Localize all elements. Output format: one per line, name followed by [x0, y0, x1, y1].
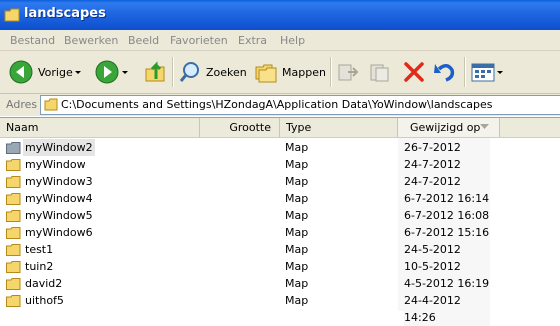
up-folder-button[interactable] — [144, 51, 168, 93]
folder-icon — [6, 176, 21, 188]
move-to-button[interactable] — [336, 51, 360, 93]
chevron-down-icon[interactable] — [73, 59, 83, 85]
column-type[interactable]: Type — [280, 118, 398, 137]
sort-descending-icon — [480, 124, 489, 129]
undo-button[interactable] — [432, 51, 458, 93]
folder-icon — [6, 227, 21, 239]
folders-icon — [255, 64, 277, 83]
row-modified: 6-7-2012 16:08 — [404, 207, 490, 224]
menu-file[interactable]: Bestand — [10, 34, 55, 47]
chevron-down-icon[interactable] — [120, 59, 130, 85]
row-type: Map — [285, 209, 309, 222]
table-row[interactable]: myWindow3Map24-7-2012 15:00 — [0, 173, 560, 207]
menu-view[interactable]: Beeld — [128, 34, 159, 47]
table-row[interactable]: david2 Map 4-5-2012 16:19 — [0, 275, 560, 292]
back-button[interactable]: Vorige — [8, 51, 83, 93]
views-button[interactable] — [470, 51, 504, 93]
row-name: myWindow2 — [23, 139, 95, 156]
menu-bar: Bestand Bewerken Beeld Favorieten Extra … — [0, 30, 560, 51]
column-size[interactable]: Grootte — [200, 118, 280, 137]
column-name[interactable]: Naam — [0, 118, 200, 137]
row-type: Map — [285, 192, 309, 205]
folder-icon — [6, 159, 21, 171]
copy-to-button[interactable] — [368, 51, 392, 93]
delete-icon — [404, 62, 424, 82]
table-row[interactable]: myWindow6 Map 6-7-2012 15:16 — [0, 224, 560, 241]
forward-button[interactable] — [94, 51, 130, 93]
table-row[interactable]: myWindow5 Map 6-7-2012 16:08 — [0, 207, 560, 224]
menu-help[interactable]: Help — [280, 34, 305, 47]
address-label: Adres — [6, 98, 38, 111]
row-name: myWindow3 — [25, 175, 93, 188]
row-name: myWindow — [25, 158, 86, 171]
toolbar-separator — [330, 57, 332, 87]
folder-icon — [6, 210, 21, 222]
folder-icon — [6, 193, 21, 205]
row-type: Map — [285, 226, 309, 239]
column-header: Naam Grootte Type Gewijzigd op — [0, 118, 560, 138]
folder-icon — [4, 8, 20, 25]
table-row[interactable]: myWindow4 Map 6-7-2012 16:14 — [0, 190, 560, 207]
window-title: landscapes — [24, 6, 106, 21]
row-name: test1 — [25, 243, 54, 256]
toolbar: Vorige Zoeken Mappen — [0, 51, 560, 94]
search-button[interactable]: Zoeken — [178, 51, 247, 93]
table-row[interactable]: test1Map24-5-2012 09:33 — [0, 241, 560, 275]
table-row[interactable]: uithof5 Map 24-4-2012 14:26 — [0, 292, 560, 326]
address-input[interactable]: C:\Documents and Settings\HZondagA\Appli… — [40, 95, 560, 115]
row-name: tuin2 — [25, 260, 54, 273]
table-row[interactable]: tuin2Map10-5-2012 15:08 — [0, 258, 560, 292]
row-name: myWindow6 — [25, 226, 93, 239]
folder-icon — [6, 278, 21, 290]
row-type: Map — [285, 294, 309, 307]
folder-icon — [6, 295, 21, 307]
folder-icon — [6, 261, 21, 273]
row-name: myWindow4 — [25, 192, 93, 205]
forward-arrow-icon — [95, 60, 119, 84]
toolbar-separator — [464, 57, 466, 87]
file-list[interactable]: Naam Grootte Type Gewijzigd op myWindow2… — [0, 117, 560, 326]
row-modified: 6-7-2012 16:14 — [404, 190, 490, 207]
row-type: Map — [285, 243, 309, 256]
menu-favorites[interactable]: Favorieten — [170, 34, 228, 47]
menu-tools[interactable]: Extra — [238, 34, 267, 47]
row-name: myWindow5 — [25, 209, 93, 222]
row-type: Map — [285, 277, 309, 290]
folder-icon — [44, 98, 58, 111]
menu-edit[interactable]: Bewerken — [64, 34, 118, 47]
table-row[interactable]: myWindow2Map26-7-2012 08:16 — [0, 139, 560, 173]
search-icon — [179, 62, 199, 82]
back-arrow-icon — [9, 60, 33, 84]
title-bar[interactable]: landscapes — [0, 0, 560, 30]
toolbar-separator — [172, 57, 174, 87]
address-bar: Adres C:\Documents and Settings\HZondagA… — [0, 94, 560, 116]
column-modified[interactable]: Gewijzigd op — [398, 118, 500, 137]
address-path: C:\Documents and Settings\HZondagA\Appli… — [61, 98, 493, 111]
row-modified: 4-5-2012 16:19 — [404, 275, 490, 292]
up-folder-icon — [145, 61, 165, 82]
chevron-down-icon[interactable] — [496, 59, 504, 85]
copy-to-icon — [370, 64, 389, 82]
delete-button[interactable] — [402, 51, 426, 93]
table-row[interactable]: myWindowMap24-7-2012 15:01 — [0, 156, 560, 190]
move-to-icon — [338, 64, 359, 81]
row-name: david2 — [25, 277, 63, 290]
row-type: Map — [285, 260, 309, 273]
folder-icon — [6, 244, 21, 256]
folder-gray-icon — [6, 142, 21, 154]
row-name: uithof5 — [25, 294, 64, 307]
row-modified: 6-7-2012 15:16 — [404, 224, 490, 241]
row-type: Map — [285, 141, 309, 154]
folders-button[interactable]: Mappen — [254, 51, 326, 93]
row-modified: 24-4-2012 14:26 — [404, 292, 490, 326]
row-type: Map — [285, 175, 309, 188]
views-icon — [471, 63, 495, 82]
row-type: Map — [285, 158, 309, 171]
undo-icon — [434, 64, 455, 82]
